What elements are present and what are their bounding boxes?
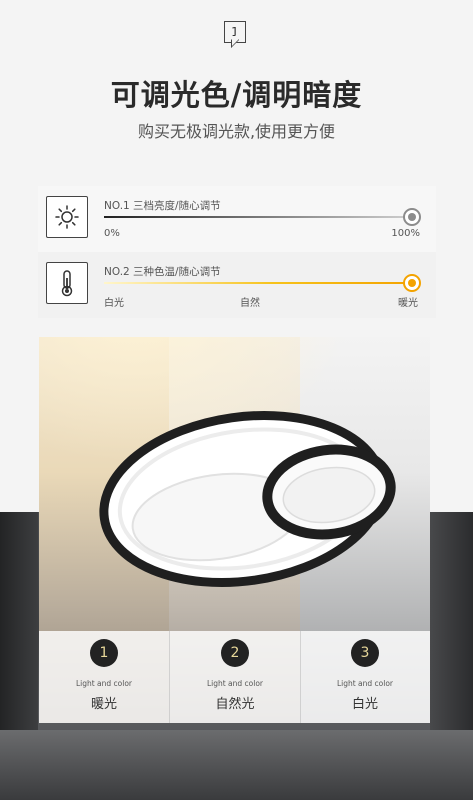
brightness-slider-knob[interactable] (403, 208, 421, 226)
product-photo: 1 Light and color 暖光 2 Light and color 自… (39, 337, 430, 723)
white-light-label: 白光 (104, 298, 124, 309)
room-floor (0, 730, 473, 800)
page-number-badge: 1 (224, 21, 246, 43)
color-temperature-slider-track[interactable] (104, 274, 421, 292)
brightness-control: NO.1 三档亮度/随心调节 0% 100% (38, 186, 436, 252)
light-mode-captions: 1 Light and color 暖光 2 Light and color 自… (39, 631, 430, 723)
color-temperature-label: NO.2 三种色温/随心调节 (104, 266, 221, 278)
color-temperature-control: NO.2 三种色温/随心调节 白光 自然 暖光 (38, 252, 436, 318)
color-temperature-slider-knob[interactable] (403, 274, 421, 292)
mode-caption-en: Light and color (206, 679, 264, 688)
brightness-max-label: 100% (391, 228, 420, 239)
mode-caption-en: Light and color (336, 679, 394, 688)
mode-item-natural: 2 Light and color 自然光 (169, 631, 301, 723)
mode-number: 2 (221, 639, 249, 667)
mode-caption-zh: 白光 (351, 697, 378, 712)
mode-caption-zh: 暖光 (90, 697, 117, 712)
brightness-label: NO.1 三档亮度/随心调节 (104, 200, 221, 212)
warm-light-label: 暖光 (398, 298, 418, 309)
mode-number: 1 (90, 639, 118, 667)
mode-item-warm: 1 Light and color 暖光 (39, 631, 169, 723)
brightness-min-label: 0% (104, 228, 120, 239)
natural-light-label: 自然 (240, 298, 260, 309)
mode-number: 3 (351, 639, 379, 667)
sun-icon (46, 196, 88, 238)
mode-caption-en: Light and color (75, 679, 133, 688)
thermometer-icon (46, 262, 88, 304)
brightness-slider-track[interactable] (104, 208, 421, 226)
page-subtitle: 购买无极调光款,使用更方便 (137, 122, 336, 141)
page-title: 可调光色/调明暗度 (110, 78, 363, 112)
mode-caption-zh: 自然光 (215, 697, 255, 712)
mode-item-white: 3 Light and color 白光 (300, 631, 430, 723)
page-number: 1 (231, 25, 239, 39)
